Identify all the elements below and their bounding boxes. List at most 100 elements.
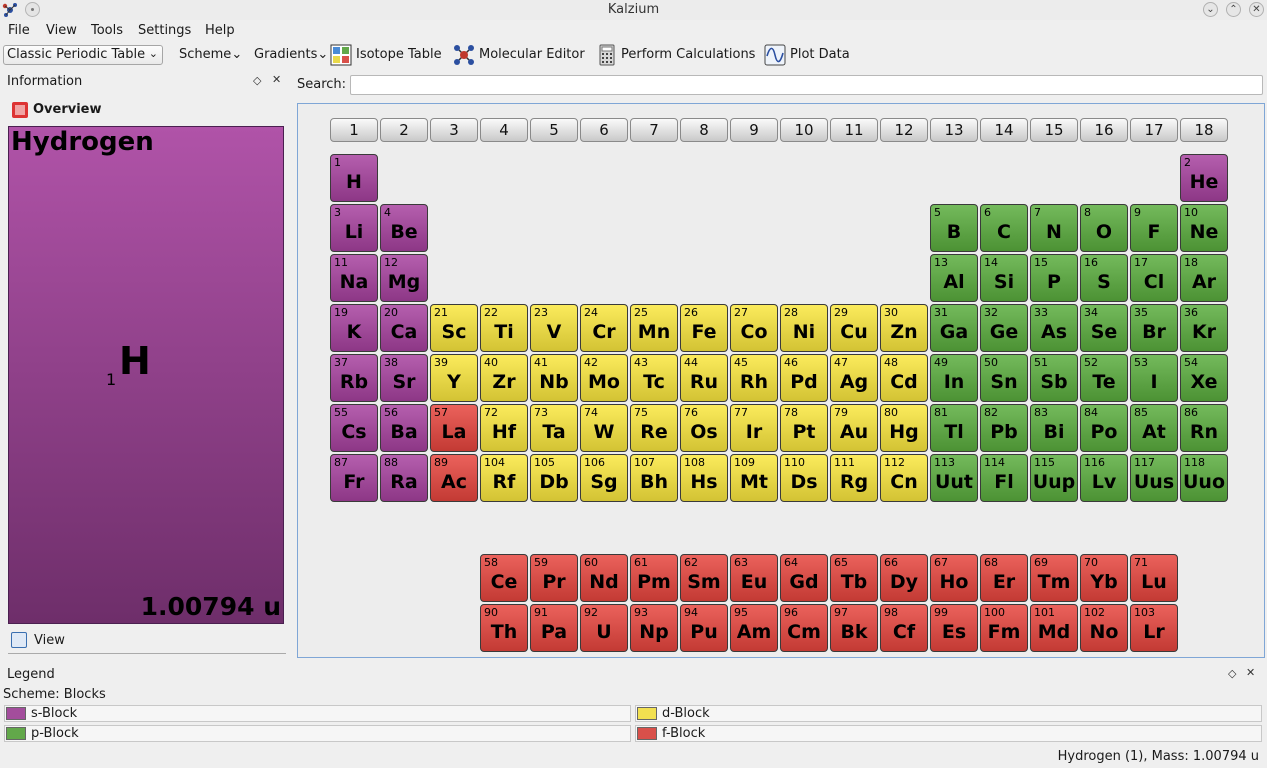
view-tab[interactable]: View bbox=[8, 628, 286, 654]
element-cs[interactable]: 55 Cs bbox=[330, 404, 378, 452]
element-sn[interactable]: 50 Sn bbox=[980, 354, 1028, 402]
element-co[interactable]: 27 Co bbox=[730, 304, 778, 352]
element-mg[interactable]: 12 Mg bbox=[380, 254, 428, 302]
group-header-button[interactable]: 9 bbox=[730, 118, 778, 142]
periodic-table-type-select[interactable]: Classic Periodic Table ⌄ bbox=[3, 45, 163, 65]
element-dy[interactable]: 66 Dy bbox=[880, 554, 928, 602]
element-v[interactable]: 23 V bbox=[530, 304, 578, 352]
element-ho[interactable]: 67 Ho bbox=[930, 554, 978, 602]
element-br[interactable]: 35 Br bbox=[1130, 304, 1178, 352]
menu-tools[interactable]: Tools bbox=[91, 23, 123, 38]
element-p[interactable]: 15 P bbox=[1030, 254, 1078, 302]
element-hg[interactable]: 80 Hg bbox=[880, 404, 928, 452]
group-header-button[interactable]: 17 bbox=[1130, 118, 1178, 142]
group-header-button[interactable]: 18 bbox=[1180, 118, 1228, 142]
element-ar[interactable]: 18 Ar bbox=[1180, 254, 1228, 302]
element-lu[interactable]: 71 Lu bbox=[1130, 554, 1178, 602]
element-kr[interactable]: 36 Kr bbox=[1180, 304, 1228, 352]
element-re[interactable]: 75 Re bbox=[630, 404, 678, 452]
close-button[interactable]: ✕ bbox=[1249, 2, 1264, 17]
overview-tab[interactable]: Overview bbox=[33, 102, 102, 117]
element-cl[interactable]: 17 Cl bbox=[1130, 254, 1178, 302]
element-po[interactable]: 84 Po bbox=[1080, 404, 1128, 452]
element-lr[interactable]: 103 Lr bbox=[1130, 604, 1178, 652]
element-te[interactable]: 52 Te bbox=[1080, 354, 1128, 402]
close-panel-icon[interactable]: ✕ bbox=[272, 73, 281, 86]
element-at[interactable]: 85 At bbox=[1130, 404, 1178, 452]
element-ba[interactable]: 56 Ba bbox=[380, 404, 428, 452]
element-li[interactable]: 3 Li bbox=[330, 204, 378, 252]
minimize-button[interactable]: ⌄ bbox=[1203, 2, 1218, 17]
element-hf[interactable]: 72 Hf bbox=[480, 404, 528, 452]
element-s[interactable]: 16 S bbox=[1080, 254, 1128, 302]
element-rf[interactable]: 104 Rf bbox=[480, 454, 528, 502]
element-u[interactable]: 92 U bbox=[580, 604, 628, 652]
element-uut[interactable]: 113 Uut bbox=[930, 454, 978, 502]
group-header-button[interactable]: 12 bbox=[880, 118, 928, 142]
element-np[interactable]: 93 Np bbox=[630, 604, 678, 652]
element-w[interactable]: 74 W bbox=[580, 404, 628, 452]
menu-view[interactable]: View bbox=[46, 23, 77, 38]
molecular-editor-button[interactable]: Molecular Editor bbox=[479, 47, 585, 62]
element-ac[interactable]: 89 Ac bbox=[430, 454, 478, 502]
menu-settings[interactable]: Settings bbox=[138, 23, 191, 38]
element-mo[interactable]: 42 Mo bbox=[580, 354, 628, 402]
group-header-button[interactable]: 15 bbox=[1030, 118, 1078, 142]
isotope-table-icon[interactable] bbox=[330, 44, 352, 66]
element-rb[interactable]: 37 Rb bbox=[330, 354, 378, 402]
element-ni[interactable]: 28 Ni bbox=[780, 304, 828, 352]
element-zn[interactable]: 30 Zn bbox=[880, 304, 928, 352]
element-sm[interactable]: 62 Sm bbox=[680, 554, 728, 602]
element-n[interactable]: 7N bbox=[1030, 204, 1078, 252]
maximize-button[interactable]: ⌃ bbox=[1226, 2, 1241, 17]
calculator-icon[interactable] bbox=[596, 44, 618, 66]
element-no[interactable]: 102 No bbox=[1080, 604, 1128, 652]
element-sc[interactable]: 21 Sc bbox=[430, 304, 478, 352]
element-au[interactable]: 79 Au bbox=[830, 404, 878, 452]
element-ca[interactable]: 20 Ca bbox=[380, 304, 428, 352]
search-input[interactable] bbox=[350, 75, 1263, 95]
element-ge[interactable]: 32 Ge bbox=[980, 304, 1028, 352]
element-rh[interactable]: 45 Rh bbox=[730, 354, 778, 402]
element-nd[interactable]: 60 Nd bbox=[580, 554, 628, 602]
element-ne[interactable]: 10 Ne bbox=[1180, 204, 1228, 252]
group-header-button[interactable]: 4 bbox=[480, 118, 528, 142]
element-sg[interactable]: 106 Sg bbox=[580, 454, 628, 502]
menu-file[interactable]: File bbox=[8, 23, 30, 38]
element-zr[interactable]: 40 Zr bbox=[480, 354, 528, 402]
element-pd[interactable]: 46 Pd bbox=[780, 354, 828, 402]
element-rg[interactable]: 111 Rg bbox=[830, 454, 878, 502]
element-as[interactable]: 33 As bbox=[1030, 304, 1078, 352]
element-si[interactable]: 14 Si bbox=[980, 254, 1028, 302]
element-os[interactable]: 76 Os bbox=[680, 404, 728, 452]
element-bi[interactable]: 83 Bi bbox=[1030, 404, 1078, 452]
element-rn[interactable]: 86 Rn bbox=[1180, 404, 1228, 452]
element-ir[interactable]: 77 Ir bbox=[730, 404, 778, 452]
element-o[interactable]: 8O bbox=[1080, 204, 1128, 252]
element-f[interactable]: 9F bbox=[1130, 204, 1178, 252]
close-panel-icon[interactable]: ✕ bbox=[1246, 666, 1255, 679]
group-header-button[interactable]: 10 bbox=[780, 118, 828, 142]
element-fr[interactable]: 87 Fr bbox=[330, 454, 378, 502]
element-tm[interactable]: 69 Tm bbox=[1030, 554, 1078, 602]
element-pb[interactable]: 82 Pb bbox=[980, 404, 1028, 452]
scheme-menu-button[interactable]: Scheme⌄ bbox=[179, 47, 242, 62]
group-header-button[interactable]: 8 bbox=[680, 118, 728, 142]
group-header-button[interactable]: 14 bbox=[980, 118, 1028, 142]
element-mt[interactable]: 109 Mt bbox=[730, 454, 778, 502]
group-header-button[interactable]: 13 bbox=[930, 118, 978, 142]
element-uup[interactable]: 115 Uup bbox=[1030, 454, 1078, 502]
group-header-button[interactable]: 16 bbox=[1080, 118, 1128, 142]
element-pr[interactable]: 59 Pr bbox=[530, 554, 578, 602]
element-fe[interactable]: 26 Fe bbox=[680, 304, 728, 352]
float-panel-icon[interactable]: ◇ bbox=[1228, 667, 1236, 680]
element-cu[interactable]: 29 Cu bbox=[830, 304, 878, 352]
element-gd[interactable]: 64 Gd bbox=[780, 554, 828, 602]
element-yb[interactable]: 70 Yb bbox=[1080, 554, 1128, 602]
element-ag[interactable]: 47 Ag bbox=[830, 354, 878, 402]
element-md[interactable]: 101 Md bbox=[1030, 604, 1078, 652]
element-k[interactable]: 19 K bbox=[330, 304, 378, 352]
element-la[interactable]: 57 La bbox=[430, 404, 478, 452]
plot-data-button[interactable]: Plot Data bbox=[790, 47, 850, 62]
element-pm[interactable]: 61 Pm bbox=[630, 554, 678, 602]
